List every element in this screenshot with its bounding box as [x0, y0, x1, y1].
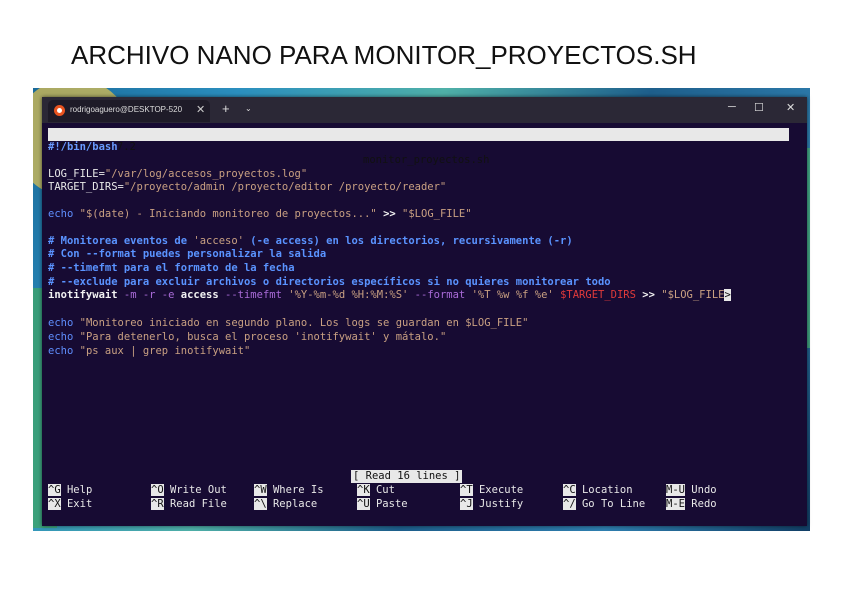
shortcut-undo[interactable]: M-U Undo — [666, 484, 717, 497]
terminal-window: rodrigoaguero@DESKTOP-520 ✕ + ⌄ ─ ☐ ✕ GN… — [42, 97, 807, 526]
shortcut-justify[interactable]: ^J Justify — [460, 498, 523, 511]
code-line: # --timefmt para el formato de la fecha — [48, 262, 295, 274]
close-button[interactable]: ✕ — [786, 101, 795, 114]
minimize-button[interactable]: ─ — [728, 101, 736, 113]
shortcut-cut[interactable]: ^K Cut — [357, 484, 395, 497]
code-line: echo "ps aux | grep inotifywait" — [48, 345, 251, 357]
code-line: # Con --format puedes personalizar la sa… — [48, 248, 327, 260]
shortcut-go-to-line[interactable]: ^/ Go To Line — [563, 498, 645, 511]
shortcut-location[interactable]: ^C Location — [563, 484, 633, 497]
shortcut-exit[interactable]: ^X Exit — [48, 498, 92, 511]
new-tab-button[interactable]: + — [222, 101, 230, 116]
tab-close-icon[interactable]: ✕ — [196, 103, 205, 116]
code-line: # Monitorea eventos de 'acceso' (-e acce… — [48, 235, 573, 247]
nano-header: GNU nano 7.2 monitor_proyectos.sh — [48, 128, 789, 166]
nano-editor[interactable]: GNU nano 7.2 monitor_proyectos.sh #!/bin… — [42, 123, 807, 526]
status-message: [ Read 16 lines ] — [351, 470, 463, 483]
shortcut-redo[interactable]: M-E Redo — [666, 498, 717, 511]
code-line: echo "Para detenerlo, busca el proceso '… — [48, 331, 447, 343]
ubuntu-icon — [54, 105, 65, 116]
page-heading: ARCHIVO NANO PARA MONITOR_PROYECTOS.SH — [71, 40, 697, 70]
shortcut-help[interactable]: ^G Help — [48, 484, 92, 497]
code-line: #!/bin/bash — [48, 141, 118, 153]
shortcut-replace[interactable]: ^\ Replace — [254, 498, 317, 511]
tab-title: rodrigoaguero@DESKTOP-520 — [70, 105, 182, 114]
text-cursor: > — [724, 289, 731, 301]
code-line: echo "$(date) - Iniciando monitoreo de p… — [48, 208, 472, 220]
maximize-button[interactable]: ☐ — [754, 101, 764, 114]
code-line: # --exclude para excluir archivos o dire… — [48, 276, 611, 288]
shortcut-paste[interactable]: ^U Paste — [357, 498, 408, 511]
shortcut-read-file[interactable]: ^R Read File — [151, 498, 227, 511]
terminal-tab[interactable]: rodrigoaguero@DESKTOP-520 ✕ — [48, 100, 210, 122]
code-line: LOG_FILE="/var/log/accesos_proyectos.log… — [48, 168, 308, 180]
shortcut-where-is[interactable]: ^W Where Is — [254, 484, 324, 497]
file-name: monitor_proyectos.sh — [363, 154, 490, 166]
shortcut-execute[interactable]: ^T Execute — [460, 484, 523, 497]
chevron-down-icon[interactable]: ⌄ — [245, 104, 252, 113]
code-line: TARGET_DIRS="/proyecto/admin /proyecto/e… — [48, 181, 447, 193]
title-bar: rodrigoaguero@DESKTOP-520 ✕ + ⌄ ─ ☐ ✕ — [42, 97, 807, 123]
code-line: echo "Monitoreo iniciado en segundo plan… — [48, 317, 529, 329]
shortcut-write-out[interactable]: ^O Write Out — [151, 484, 227, 497]
code-line: inotifywait -m -r -e access --timefmt '%… — [48, 289, 731, 301]
